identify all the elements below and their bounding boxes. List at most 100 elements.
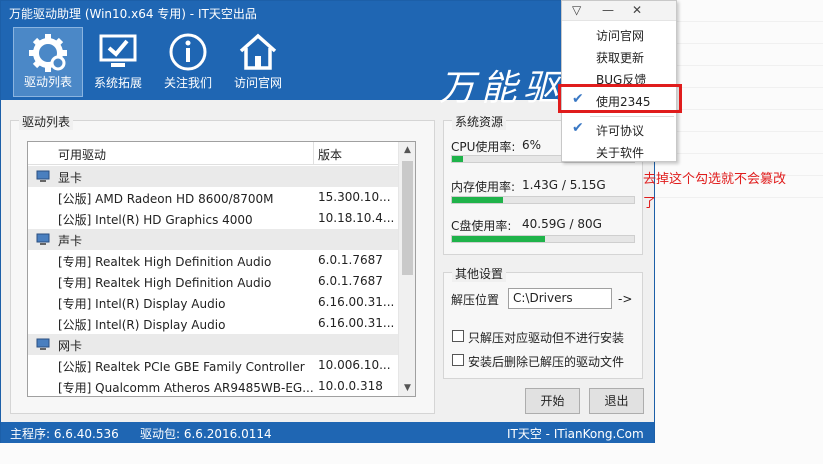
driver-name: [公版] Intel(R) Display Audio [58,318,226,332]
exit-button[interactable]: 退出 [589,388,644,414]
delete-after-checkbox[interactable] [452,354,464,366]
drivers-group-title: 驱动列表 [19,113,74,130]
driver-version: 15.300.10... [318,190,391,204]
toolbar-system-button[interactable]: 系统拓展 [83,27,153,97]
settings-menu: ▽ — ✕ 访问官网 获取更新 BUG反馈 ✔ 使用2345 ✔ 许可协议 关于软件 [561,0,677,162]
cpu-bar-fill [452,156,463,162]
resources-group-title: 系统资源 [452,113,507,130]
table-row[interactable]: [专用] Intel(R) Display Audio 6.16.00.31... [28,292,398,313]
pack-version: 驱动包: 6.6.2016.0114 [140,427,272,441]
table-row[interactable]: [公版] Realtek PCIe GBE Family Controller 1… [28,355,398,376]
driver-name: [公版] AMD Radeon HD 8600/8700M [58,192,274,206]
driver-list[interactable]: 可用驱动 版本 显卡 [公版] AMD Radeon HD 8600/8700M 1… [27,141,416,397]
cpu-label: CPU使用率: [451,140,516,154]
menu-item-label: 获取更新 [596,51,645,65]
display-adapter-icon [36,169,52,183]
toolbar-label: 系统拓展 [93,76,142,90]
driver-name: [专用] Realtek High Definition Audio [58,255,272,269]
scroll-thumb[interactable] [402,161,413,275]
minimize-icon[interactable]: — [602,3,614,23]
start-button[interactable]: 开始 [525,388,580,414]
driver-version: 6.16.00.31... [318,295,395,309]
menu-item-label: 关于软件 [596,146,645,160]
toolbar-follow-button[interactable]: 关注我们 [153,27,223,97]
driver-version: 10.0.0.318 [318,379,383,393]
memory-bar [451,196,635,204]
brand-calligraphy: 万能驱 [439,68,566,109]
disk-bar [451,235,635,243]
menu-titlebar: ▽ — ✕ [562,1,676,21]
memory-value: 1.43G / 5.15G [522,178,606,192]
cpu-value: 6% [522,138,542,152]
driver-name: [公版] Intel(R) HD Graphics 4000 [58,213,253,227]
table-row[interactable]: [公版] AMD Radeon HD 8600/8700M 15.300.10..… [28,187,398,208]
column-separator [313,142,314,165]
scroll-down-icon[interactable]: ▼ [399,383,415,393]
menu-item[interactable]: 关于软件 [562,140,676,162]
window-title: 万能驱动助理 (Win10.x64 专用) - IT天空出品 [9,7,257,21]
menu-item-label: 许可协议 [596,124,645,138]
speaker-icon [36,232,52,246]
extract-only-checkbox[interactable] [452,330,464,342]
category-row[interactable]: 网卡 [28,334,398,355]
list-header: 可用驱动 版本 [28,142,398,165]
info-icon [169,33,207,71]
driver-name: 显卡 [58,171,83,185]
driver-version: 6.16.00.31... [318,316,395,330]
driver-name: [专用] Qualcomm Atheros AR9485WB-EG... [58,381,314,395]
delete-after-label: 安装后删除已解压的驱动文件 [468,355,625,369]
driver-version: 10.006.10... [318,358,391,372]
menu-item[interactable]: 获取更新 [562,45,676,67]
column-driver[interactable]: 可用驱动 [58,146,106,163]
toolbar-label: 访问官网 [233,76,282,90]
column-version[interactable]: 版本 [318,146,342,163]
driver-version: 10.18.10.4... [318,211,395,225]
title-bar: 万能驱动助理 (Win10.x64 专用) - IT天空出品 [1,1,654,25]
disk-value: 40.59G / 80G [522,217,602,231]
driver-name: [专用] Realtek High Definition Audio [58,276,272,290]
site-link[interactable]: IT天空 - ITianKong.Com [507,425,644,442]
menu-item-label: 访问官网 [596,29,645,43]
menu-separator [590,116,674,117]
toolbar-label: 关注我们 [163,76,212,90]
extract-label: 解压位置 [451,293,500,307]
driver-name: 声卡 [58,234,83,248]
toolbar-website-button[interactable]: 访问官网 [223,27,293,97]
close-icon[interactable]: ✕ [632,3,642,23]
category-row[interactable]: 声卡 [28,229,398,250]
disk-bar-fill [452,236,545,242]
extract-only-label: 只解压对应驱动但不进行安装 [468,331,625,345]
extract-path-input[interactable]: C:\Drivers [508,288,612,309]
table-row[interactable]: [专用] Qualcomm Atheros AR9485WB-EG... 10.0… [28,376,398,396]
scroll-up-icon[interactable]: ▲ [399,145,415,155]
menu-item[interactable]: ✔ 许可协议 [562,118,676,140]
main-version: 主程序: 6.6.40.536 [10,427,119,441]
memory-label: 内存使用率: [451,180,516,194]
network-icon [36,337,52,351]
menu-arrow-icon[interactable]: ▽ [572,3,581,23]
disk-label: C盘使用率: [451,219,512,233]
toolbar-drivers-button[interactable]: 驱动列表 [13,27,83,97]
highlight-box [558,84,682,113]
driver-name: 网卡 [58,339,83,353]
toolbar: 驱动列表 系统拓展 关注我们 访问官网 万能驱 [1,25,654,109]
table-row[interactable]: [专用] Realtek High Definition Audio 6.0.1.… [28,250,398,271]
driver-name: [专用] Intel(R) Display Audio [58,297,226,311]
checkmark-icon: ✔ [572,120,584,136]
browse-arrow[interactable]: -> [618,292,632,306]
category-row[interactable]: 显卡 [28,166,398,187]
gear-icon [29,34,67,72]
driver-name: [公版] Realtek PCIe GBE Family Controller [58,360,305,374]
home-icon [239,33,277,70]
table-row[interactable]: [公版] Intel(R) Display Audio 6.16.00.31... [28,313,398,334]
table-row[interactable]: [专用] Realtek High Definition Audio 6.0.1.… [28,271,398,292]
menu-item[interactable]: 访问官网 [562,23,676,45]
table-row[interactable]: [公版] Intel(R) HD Graphics 4000 10.18.10.4… [28,208,398,229]
list-scrollbar[interactable]: ▲ ▼ [398,142,415,396]
monitor-check-icon [99,34,137,67]
driver-version: 6.0.1.7687 [318,274,383,288]
toolbar-label: 驱动列表 [23,75,72,89]
settings-group-title: 其他设置 [452,265,507,282]
status-bar: 主程序: 6.6.40.536 驱动包: 6.6.2016.0114 IT天空 … [1,422,654,443]
driver-version: 6.0.1.7687 [318,253,383,267]
